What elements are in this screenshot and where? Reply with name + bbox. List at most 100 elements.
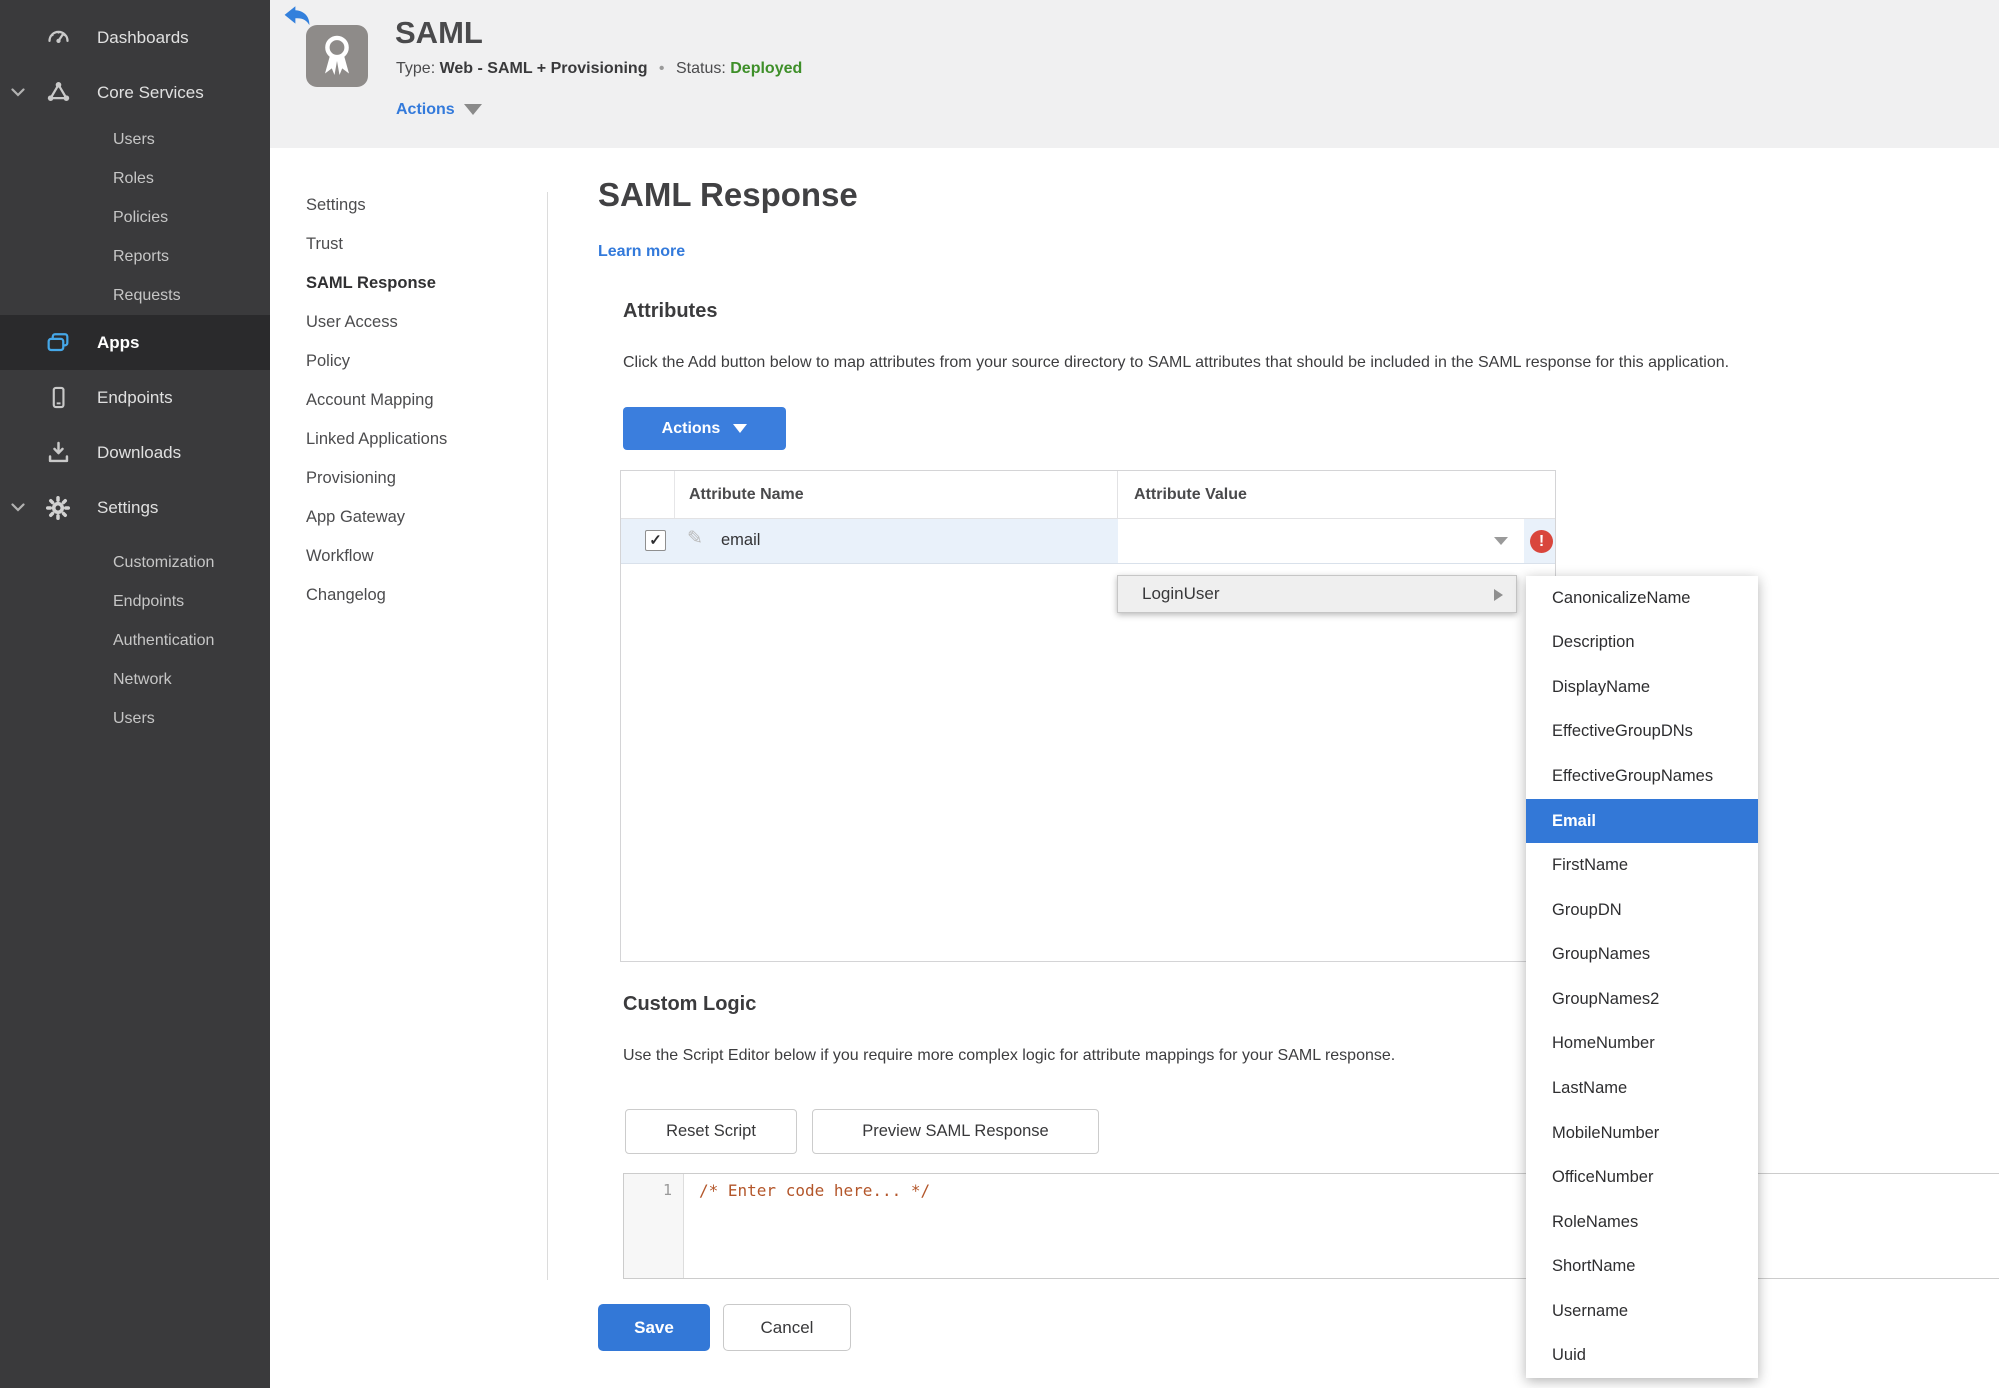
edit-pencil-icon[interactable]: ✎ [687, 527, 703, 550]
sidebar-item-policies[interactable]: Policies [0, 198, 270, 237]
submenu-item-groupnames[interactable]: GroupNames [1526, 933, 1758, 978]
submenu-item-description[interactable]: Description [1526, 621, 1758, 666]
subnav-linked-applications[interactable]: Linked Applications [306, 420, 531, 459]
sidebar-item-network[interactable]: Network [0, 660, 270, 699]
submenu-item-rolenames[interactable]: RoleNames [1526, 1200, 1758, 1245]
sidebar-item-settings-users[interactable]: Users [0, 699, 270, 738]
attributes-heading: Attributes [623, 300, 718, 322]
custom-logic-description: Use the Script Editor below if you requi… [623, 1047, 1396, 1064]
type-label: Type: [396, 60, 436, 77]
app-settings-subnav: Settings Trust SAML Response User Access… [306, 186, 531, 615]
table-row[interactable]: ✓ ✎ email ! [621, 519, 1555, 564]
submenu-item-displayname[interactable]: DisplayName [1526, 665, 1758, 710]
core-services-icon [44, 79, 72, 107]
submenu-item-uuid[interactable]: Uuid [1526, 1334, 1758, 1379]
sidebar-item-endpoints[interactable]: Endpoints [0, 370, 270, 425]
submenu-item-firstname[interactable]: FirstName [1526, 843, 1758, 888]
subnav-saml-response[interactable]: SAML Response [306, 264, 531, 303]
subnav-settings[interactable]: Settings [306, 186, 531, 225]
custom-logic-heading: Custom Logic [623, 993, 757, 1015]
sidebar-item-core-services[interactable]: Core Services [0, 65, 270, 120]
learn-more-link[interactable]: Learn more [598, 243, 685, 261]
column-divider [674, 471, 675, 518]
save-button[interactable]: Save [598, 1304, 710, 1351]
page-title: SAML Response [598, 176, 858, 213]
attributes-actions-button[interactable]: Actions [623, 407, 786, 450]
subnav-policy[interactable]: Policy [306, 342, 531, 381]
reset-script-button[interactable]: Reset Script [625, 1109, 797, 1154]
sidebar-item-label: Core Services [97, 82, 204, 102]
subnav-trust[interactable]: Trust [306, 225, 531, 264]
cancel-button[interactable]: Cancel [723, 1304, 851, 1351]
sidebar-item-label: Endpoints [97, 387, 173, 407]
editor-code-line[interactable]: /* Enter code here... */ [699, 1181, 930, 1200]
type-value: Web - SAML + Provisioning [439, 60, 648, 77]
content-divider [547, 192, 548, 1280]
sidebar-item-label: Downloads [97, 442, 182, 462]
sidebar-item-label: Dashboards [97, 27, 189, 47]
sidebar-item-customization[interactable]: Customization [0, 543, 270, 582]
sidebar-item-reports[interactable]: Reports [0, 237, 270, 276]
submenu-item-groupdn[interactable]: GroupDN [1526, 888, 1758, 933]
subnav-changelog[interactable]: Changelog [306, 576, 531, 615]
saml-app-icon [306, 25, 368, 87]
chevron-down-icon [733, 424, 748, 433]
app-header: SAML Type: Web - SAML + Provisioning • S… [270, 0, 1999, 148]
sidebar-item-roles[interactable]: Roles [0, 159, 270, 198]
status-badge: Deployed [730, 60, 803, 77]
subnav-workflow[interactable]: Workflow [306, 537, 531, 576]
apps-icon [44, 329, 72, 357]
status-label: Status: [675, 60, 726, 77]
subnav-user-access[interactable]: User Access [306, 303, 531, 342]
sidebar-item-apps[interactable]: Apps [0, 315, 270, 370]
attribute-name-cell[interactable]: email [721, 531, 760, 550]
subnav-account-mapping[interactable]: Account Mapping [306, 381, 531, 420]
submenu-item-email[interactable]: Email [1526, 798, 1758, 844]
column-header-attribute-value: Attribute Value [1134, 486, 1247, 503]
admin-console-screen: Dashboards Core Services Users Roles Pol… [0, 0, 1999, 1388]
page-app-title: SAML [395, 15, 483, 50]
attribute-value-combobox[interactable] [1118, 519, 1524, 563]
chevron-down-icon [463, 104, 482, 115]
sidebar-item-label: Settings [97, 497, 159, 517]
sidebar-item-settings-endpoints[interactable]: Endpoints [0, 582, 270, 621]
header-actions-menu[interactable]: Actions [396, 101, 482, 119]
sidebar-item-dashboards[interactable]: Dashboards [0, 10, 270, 65]
sidebar-item-authentication[interactable]: Authentication [0, 621, 270, 660]
submenu-item-effectivegroupnames[interactable]: EffectiveGroupNames [1526, 754, 1758, 799]
subnav-app-gateway[interactable]: App Gateway [306, 498, 531, 537]
sidebar: Dashboards Core Services Users Roles Pol… [0, 0, 270, 1388]
attribute-submenu: CanonicalizeName Description DisplayName… [1526, 576, 1758, 1378]
submenu-item-homenumber[interactable]: HomeNumber [1526, 1022, 1758, 1067]
sidebar-item-downloads[interactable]: Downloads [0, 425, 270, 480]
row-checkbox[interactable]: ✓ [645, 530, 666, 551]
preview-saml-response-button[interactable]: Preview SAML Response [812, 1109, 1099, 1154]
column-header-attribute-name: Attribute Name [689, 486, 804, 503]
submenu-item-shortname[interactable]: ShortName [1526, 1244, 1758, 1289]
submenu-item-effectivegroupdns[interactable]: EffectiveGroupDNs [1526, 710, 1758, 755]
download-icon [44, 439, 72, 467]
error-icon: ! [1530, 530, 1553, 553]
editor-line-gutter: 1 [624, 1174, 684, 1278]
dropdown-caret-icon[interactable] [1494, 537, 1508, 545]
attributes-description: Click the Add button below to map attrib… [623, 354, 1730, 371]
attributes-table: Attribute Name Attribute Value ✓ ✎ email… [620, 470, 1556, 962]
submenu-item-groupnames2[interactable]: GroupNames2 [1526, 977, 1758, 1022]
sidebar-item-label: Apps [97, 332, 140, 352]
chevron-down-icon[interactable] [11, 502, 25, 513]
subnav-provisioning[interactable]: Provisioning [306, 459, 531, 498]
dropdown-item-loginuser[interactable]: LoginUser [1117, 575, 1517, 613]
submenu-item-canonicalizename[interactable]: CanonicalizeName [1526, 576, 1758, 621]
sidebar-item-settings[interactable]: Settings [0, 480, 270, 535]
mobile-device-icon [44, 384, 72, 412]
chevron-down-icon[interactable] [11, 87, 25, 98]
submenu-item-username[interactable]: Username [1526, 1289, 1758, 1334]
submenu-item-lastname[interactable]: LastName [1526, 1066, 1758, 1111]
submenu-item-mobilenumber[interactable]: MobileNumber [1526, 1111, 1758, 1156]
submenu-item-officenumber[interactable]: OfficeNumber [1526, 1155, 1758, 1200]
sidebar-item-requests[interactable]: Requests [0, 276, 270, 315]
app-meta-line: Type: Web - SAML + Provisioning • Status… [396, 60, 802, 78]
gauge-icon [44, 24, 72, 52]
script-editor[interactable]: 1 /* Enter code here... */ [623, 1173, 1999, 1279]
sidebar-item-users[interactable]: Users [0, 120, 270, 159]
